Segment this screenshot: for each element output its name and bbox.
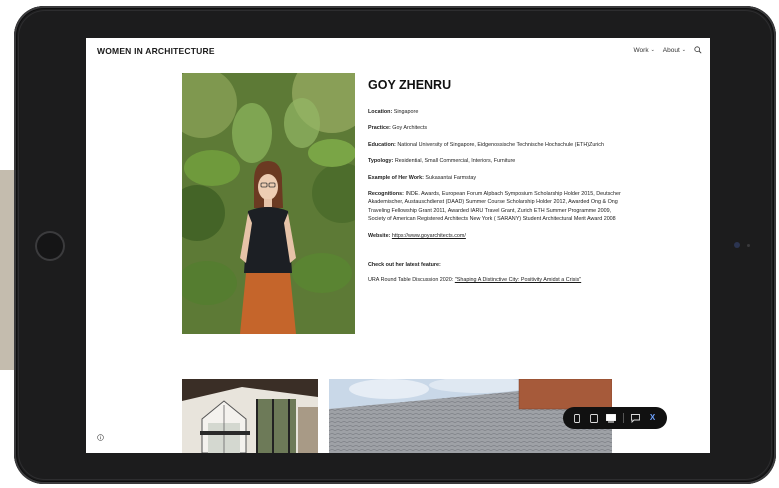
search-icon[interactable]: [694, 46, 702, 54]
feature-item: URA Round Table Discussion 2020: "Shapin…: [368, 276, 628, 284]
preview-toolbar: X: [563, 407, 667, 429]
feature-heading: Check out her latest feature:: [368, 262, 441, 269]
comment-icon: [631, 413, 641, 423]
project-photo-interior[interactable]: [182, 379, 318, 453]
recognitions-label: Recognitions:: [368, 191, 404, 198]
tablet-view-button[interactable]: [589, 413, 599, 423]
example-field: Example of Her Work: Sukasantai Farmstay: [368, 174, 628, 182]
profile-content: GOY ZHENRU Location: Singapore Practice:…: [368, 78, 628, 284]
desktop-view-icon: [606, 413, 617, 422]
chevron-down-icon: ⌄: [650, 47, 655, 53]
typology-field: Typology: Residential, Small Commercial,…: [368, 157, 628, 165]
typology-label: Typology:: [368, 158, 394, 165]
education-value: National University of Singapore, Eidgen…: [397, 141, 604, 148]
location-value: Singapore: [393, 109, 419, 115]
website-label: Website:: [368, 232, 391, 239]
site-title[interactable]: WOMEN IN ARCHITECTURE: [97, 46, 215, 56]
typology-value: Residential, Small Commercial, Interiors…: [394, 158, 516, 165]
practice-value: Goy Architects: [392, 125, 428, 132]
website-link[interactable]: https://www.goyarchitects.com/: [392, 233, 466, 239]
education-field: Education: National University of Singap…: [368, 141, 628, 149]
info-icon[interactable]: [97, 434, 104, 441]
practice-label: Practice:: [368, 125, 391, 132]
sensor-dot: [747, 244, 750, 247]
comment-button[interactable]: [631, 413, 641, 423]
location-label: Location:: [368, 109, 393, 115]
desktop-view-button[interactable]: [606, 413, 617, 423]
close-icon: X: [649, 413, 656, 422]
website-field: Website: https://www.goyarchitects.com/: [368, 232, 628, 240]
education-label: Education:: [368, 141, 396, 148]
toolbar-divider: [622, 413, 624, 423]
camera-icon: [734, 242, 740, 248]
feature-link[interactable]: "Shaping A Distinctive City: Positivity …: [455, 277, 581, 283]
phone-view-icon: [574, 413, 581, 423]
feature-prefix: URA Round Table Discussion 2020:: [368, 277, 454, 284]
practice-field: Practice: Goy Architects: [368, 124, 628, 132]
example-value: Sukasantai Farmstay: [425, 174, 477, 181]
example-label: Example of Her Work:: [368, 174, 424, 181]
portrait-photo: [182, 73, 355, 334]
nav-work[interactable]: Work ⌄: [634, 47, 655, 54]
phone-view-button[interactable]: [572, 413, 582, 423]
tablet-view-icon: [590, 413, 599, 423]
home-button[interactable]: [35, 231, 65, 261]
location-field: Location: Singapore: [368, 108, 628, 116]
nav-about-label: About: [662, 46, 680, 54]
profile-name: GOY ZHENRU: [368, 78, 452, 92]
recognitions-field: Recognitions: INDE. Awards, European For…: [368, 190, 628, 224]
main-nav: Work ⌄ About ⌄: [634, 46, 702, 54]
chevron-down-icon: ⌄: [681, 47, 686, 53]
nav-about[interactable]: About ⌄: [663, 47, 686, 54]
tablet-screen: WOMEN IN ARCHITECTURE Work ⌄ About ⌄ GOY…: [86, 38, 710, 453]
close-button[interactable]: X: [648, 413, 658, 423]
nav-work-label: Work: [633, 46, 649, 54]
recognitions-value: INDE. Awards, European Forum Alpbach Sym…: [368, 191, 621, 223]
